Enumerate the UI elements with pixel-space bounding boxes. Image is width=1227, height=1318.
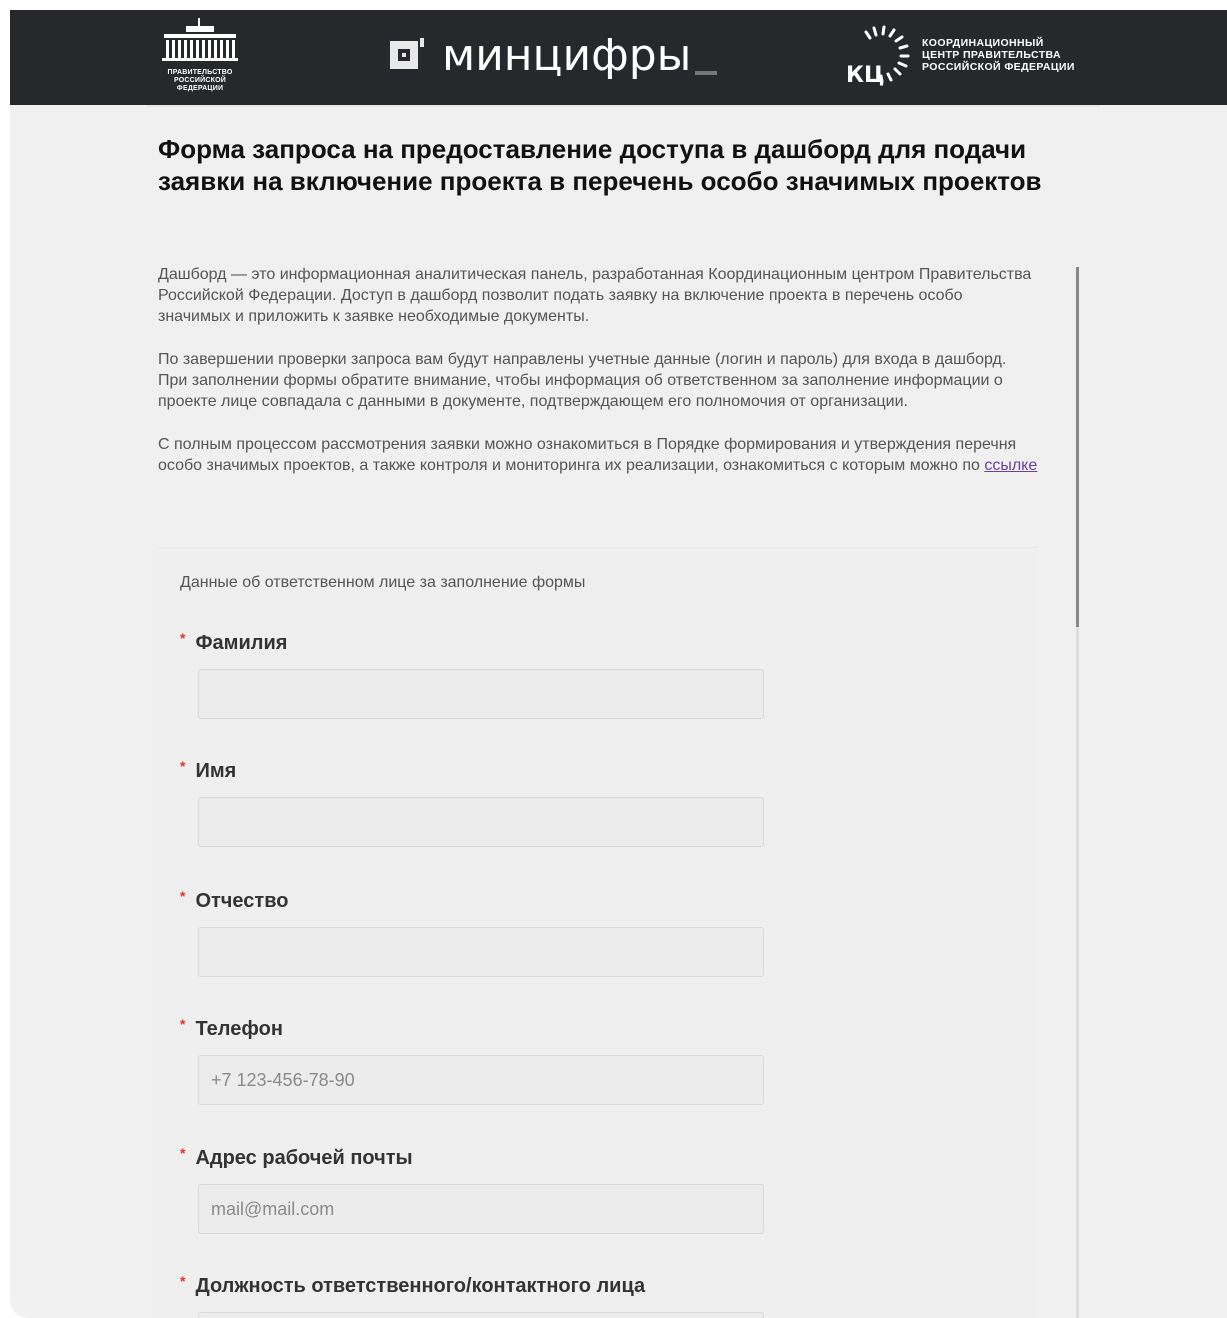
field-label: Адрес рабочей почты (195, 1147, 413, 1169)
kc-letters: КЦ (846, 63, 884, 86)
field-phone: * Телефон (180, 1016, 780, 1105)
mintsifry-logo[interactable]: минцифры (390, 29, 718, 81)
field-label: Фамилия (195, 632, 288, 654)
government-logo-text: ПРАВИТЕЛЬСТВО РОССИЙСКОЙ ФЕДЕРАЦИИ (167, 69, 233, 92)
field-first-name: * Имя (180, 758, 780, 847)
required-mark: * (180, 888, 186, 904)
mintsifry-wordmark: минцифры (442, 29, 692, 81)
government-building-icon (162, 18, 238, 61)
coordination-center-logo[interactable]: КЦ КООРДИНАЦИОННЫЙ ЦЕНТР ПРАВИТЕЛЬСТВА Р… (844, 24, 1075, 86)
field-last-name: * Фамилия (180, 630, 780, 719)
work-email-input[interactable] (198, 1184, 764, 1234)
position-input[interactable] (198, 1312, 764, 1318)
section-title: Данные об ответственном лице за заполнен… (180, 574, 586, 591)
scrollbar-thumb[interactable] (1076, 267, 1079, 627)
required-mark: * (180, 1016, 186, 1032)
intro-paragraph-3: С полным процессом рассмотрения заявки м… (158, 434, 1038, 476)
first-name-input[interactable] (198, 797, 764, 847)
field-label: Отчество (195, 890, 289, 912)
coordination-center-text: КООРДИНАЦИОННЫЙ ЦЕНТР ПРАВИТЕЛЬСТВА РОСС… (922, 37, 1075, 73)
browser-window: ПРАВИТЕЛЬСТВО РОССИЙСКОЙ ФЕДЕРАЦИИ минци… (10, 10, 1227, 1318)
page-title: Форма запроса на предоставление доступа … (158, 134, 1042, 196)
mintsifry-mark-icon (390, 38, 424, 69)
form-sheet: Форма запроса на предоставление доступа … (146, 105, 1100, 1318)
field-patronymic: * Отчество (180, 888, 780, 977)
government-logo[interactable]: ПРАВИТЕЛЬСТВО РОССИЙСКОЙ ФЕДЕРАЦИИ (156, 18, 244, 98)
field-label: Телефон (195, 1018, 283, 1040)
coordination-center-emblem-icon: КЦ (846, 25, 910, 86)
required-mark: * (180, 1145, 186, 1161)
scrollbar[interactable] (1076, 267, 1079, 1318)
required-mark: * (180, 758, 186, 774)
intro-paragraph-2: По завершении проверки запроса вам будут… (158, 351, 1007, 410)
required-mark: * (180, 1273, 186, 1289)
phone-input[interactable] (198, 1055, 764, 1105)
field-label: Имя (195, 760, 237, 782)
intro-paragraph-3-text: С полным процессом рассмотрения заявки м… (158, 436, 1017, 474)
field-label: Должность ответственного/контактного лиц… (195, 1275, 646, 1297)
mintsifry-cursor (695, 71, 718, 75)
last-name-input[interactable] (198, 669, 764, 719)
patronymic-input[interactable] (198, 927, 764, 977)
intro-text: Дашборд — это информационная аналитическ… (158, 264, 1038, 498)
intro-paragraph-1: Дашборд — это информационная аналитическ… (158, 266, 1032, 325)
form-card: Данные об ответственном лице за заполнен… (158, 547, 1038, 1318)
required-mark: * (180, 630, 186, 646)
site-header: ПРАВИТЕЛЬСТВО РОССИЙСКОЙ ФЕДЕРАЦИИ минци… (10, 10, 1227, 105)
procedure-link[interactable]: ссылке (984, 457, 1037, 474)
field-position: * Должность ответственного/контактного л… (180, 1273, 780, 1318)
field-work-email: * Адрес рабочей почты (180, 1145, 780, 1234)
